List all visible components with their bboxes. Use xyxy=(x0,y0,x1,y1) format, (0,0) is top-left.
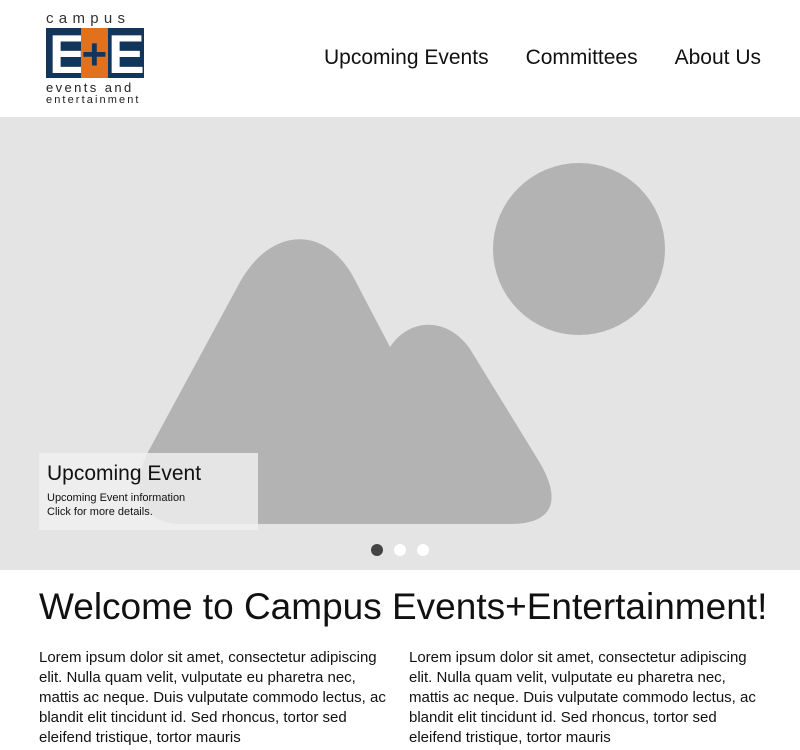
caption-info: Upcoming Event information xyxy=(47,492,186,504)
logo-subtitle-1: events and xyxy=(46,80,134,95)
caption-details-hint: Click for more details. xyxy=(47,506,153,518)
nav-upcoming-events[interactable]: Upcoming Events xyxy=(324,46,489,70)
carousel-indicators xyxy=(371,544,429,556)
logo-subtitle-2: entertainment xyxy=(46,94,141,106)
intro-paragraph-right: Lorem ipsum dolor sit amet, consectetur … xyxy=(409,649,756,746)
page-title: Welcome to Campus Events+Entertainment! xyxy=(39,586,768,627)
carousel-dot-2[interactable] xyxy=(394,544,406,556)
logo-top-text: campus xyxy=(46,10,131,27)
intro-paragraph-left: Lorem ipsum dolor sit amet, consectetur … xyxy=(39,649,386,746)
logo-letter-e-right: E xyxy=(108,28,144,78)
main-nav: Upcoming Events Committees About Us xyxy=(324,46,761,70)
logo-plus: + xyxy=(82,30,108,78)
caption-title: Upcoming Event xyxy=(47,462,202,485)
carousel-dot-3[interactable] xyxy=(417,544,429,556)
site-header: campus E + E events and entertainment Up… xyxy=(0,0,800,117)
slide-caption[interactable]: Upcoming Event Upcoming Event informatio… xyxy=(39,453,258,530)
carousel-dot-1[interactable] xyxy=(371,544,383,556)
nav-committees[interactable]: Committees xyxy=(526,46,638,70)
site-logo[interactable]: campus E + E events and entertainment xyxy=(44,8,154,108)
nav-about-us[interactable]: About Us xyxy=(675,46,761,70)
hero-carousel[interactable]: Upcoming Event Upcoming Event informatio… xyxy=(0,117,800,570)
logo-letter-e-left: E xyxy=(49,28,86,78)
logo-mark-icon: E + E xyxy=(46,28,144,78)
